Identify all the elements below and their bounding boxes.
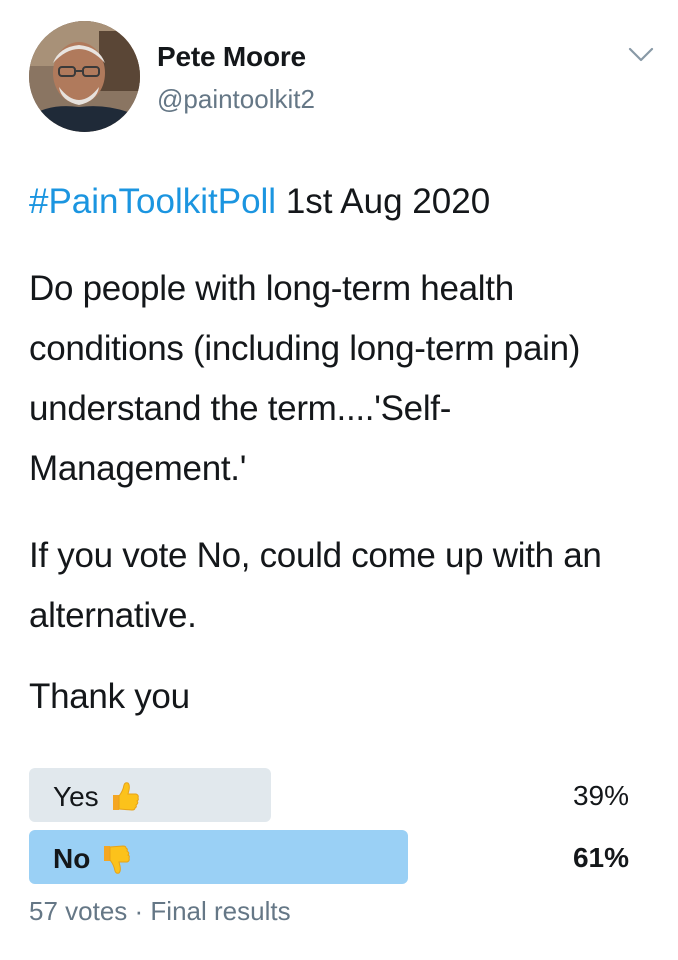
poll-percent: 39% — [572, 780, 629, 811]
tweet-date-text: 1st Aug 2020 — [276, 182, 491, 221]
thumbs-up-icon — [112, 782, 139, 811]
tweet-paragraph-alternative: If you vote No, could come up with an al… — [29, 536, 602, 635]
poll-percent: 61% — [572, 842, 629, 873]
tweet-paragraph-thanks: Thank you — [29, 677, 190, 716]
tweet-header: Pete Moore @paintoolkit2 — [29, 21, 659, 136]
tweet-first-line: #PainToolkitPoll 1st Aug 2020 — [29, 182, 490, 222]
avatar[interactable] — [29, 21, 140, 132]
tweet-card: Pete Moore @paintoolkit2 #PainToolkitPol… — [0, 0, 678, 960]
poll-vote-count: 57 votes — [29, 896, 128, 926]
poll-option-yes: Yes 39% — [29, 768, 629, 822]
thumbs-down-icon — [104, 845, 131, 874]
tweet-paragraph-question: Do people with long-term health conditio… — [29, 269, 581, 488]
user-handle[interactable]: @paintoolkit2 — [157, 84, 315, 115]
poll-option-label: Yes — [53, 780, 141, 814]
poll-option-text: No — [53, 843, 91, 874]
hashtag-link[interactable]: #PainToolkitPoll — [29, 182, 276, 221]
avatar-photo-icon — [29, 21, 140, 132]
poll-separator: · — [127, 896, 151, 926]
poll-footer: 57 votes · Final results — [29, 896, 291, 927]
poll-status: Final results — [150, 896, 291, 926]
poll-option-text: Yes — [53, 781, 99, 812]
display-name[interactable]: Pete Moore — [157, 41, 306, 73]
poll-option-no: No 61% — [29, 830, 629, 884]
poll: Yes 39% No 61% — [29, 768, 629, 892]
poll-option-label: No — [53, 842, 132, 876]
chevron-down-icon[interactable] — [627, 45, 655, 65]
